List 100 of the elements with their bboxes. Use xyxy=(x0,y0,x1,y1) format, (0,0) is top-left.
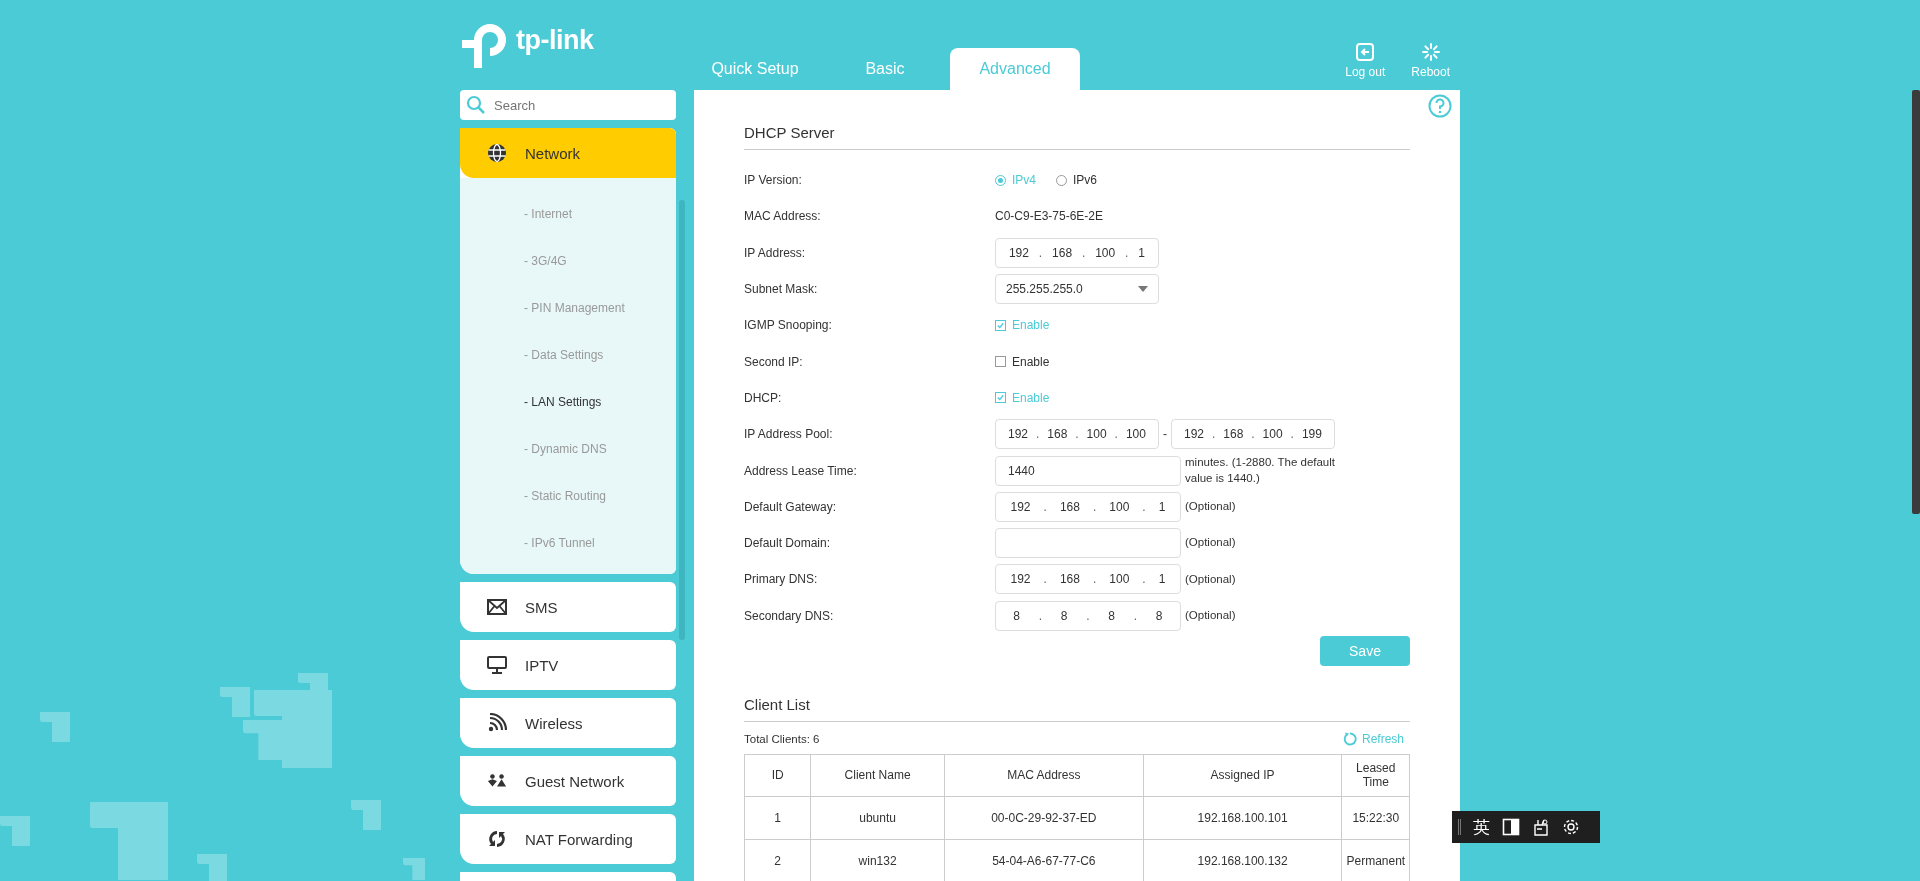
submenu-item[interactable]: - LAN Settings xyxy=(460,378,676,425)
octet-separator: . xyxy=(1043,499,1047,514)
logo-text: tp-link xyxy=(516,24,594,56)
field-label: Subnet Mask: xyxy=(744,282,819,297)
search-field[interactable]: Search xyxy=(460,90,676,120)
octet-value: 8 xyxy=(1108,608,1116,623)
globe-icon xyxy=(487,143,507,163)
field-label: Secondary DNS: xyxy=(744,608,835,623)
table-cell: ubuntu xyxy=(810,796,945,840)
octet-separator: . xyxy=(1043,572,1047,587)
octet-separator: . xyxy=(1142,572,1146,587)
signal-icon xyxy=(487,713,507,733)
menu-item[interactable]: Network xyxy=(460,128,676,178)
field-label: IP Address: xyxy=(744,245,807,260)
octet-separator: . xyxy=(1075,427,1079,442)
octet-value: 1 xyxy=(1158,499,1166,514)
ip-address-field[interactable]: 192 . 168 . 100 . 100 xyxy=(995,419,1159,450)
octet-separator: . xyxy=(1114,427,1118,442)
octet-value: 192 xyxy=(1010,572,1031,587)
table-cell: 1 xyxy=(744,796,811,840)
table-cell: 192.168.100.101 xyxy=(1143,796,1342,840)
octet-separator: . xyxy=(1036,427,1040,442)
spinner-icon xyxy=(1420,42,1441,62)
octet-separator: . xyxy=(1038,245,1043,260)
column-header: MAC Address xyxy=(944,754,1144,797)
column-header: Assigned IP xyxy=(1143,754,1342,797)
field-note: minutes. (1-2880. The default value is 1440.) xyxy=(1185,455,1337,486)
refresh-icon xyxy=(1342,731,1357,746)
octet-value: 192 xyxy=(1010,499,1031,514)
field-note: (Optional) xyxy=(1185,607,1237,623)
cycle-icon xyxy=(487,829,507,849)
subnet-dropdown[interactable]: 255.255.255.0 xyxy=(995,274,1159,305)
settings-icon[interactable] xyxy=(1562,818,1580,836)
domain-field[interactable] xyxy=(995,528,1181,559)
octet-value: 8 xyxy=(1155,608,1163,623)
field-label: Default Gateway: xyxy=(744,499,838,514)
language-button[interactable]: 英 xyxy=(1473,815,1490,839)
toolbox-icon[interactable] xyxy=(1532,818,1550,836)
ip-address-field[interactable]: 192 . 168 . 100 . 1 xyxy=(995,237,1159,268)
octet-value: 168 xyxy=(1059,499,1080,514)
octet-value: 8 xyxy=(1013,608,1021,623)
octet-separator: . xyxy=(1212,427,1216,442)
field-note: (Optional) xyxy=(1185,499,1237,515)
octet-value: 1 xyxy=(1158,572,1166,587)
ip-address-field[interactable]: 192 . 168 . 100 . 1 xyxy=(995,491,1181,522)
octet-value: 100 xyxy=(1125,427,1146,442)
octet-separator: . xyxy=(1290,427,1294,442)
octet-separator: . xyxy=(1251,427,1255,442)
octet-value: 100 xyxy=(1262,427,1283,442)
table-cell: 2 xyxy=(744,839,811,881)
caret-icon xyxy=(1138,286,1148,293)
octet-separator: . xyxy=(1086,608,1090,623)
column-header: ID xyxy=(744,754,811,797)
octet-value: 168 xyxy=(1059,572,1080,587)
search-icon xyxy=(466,95,486,115)
octet-separator: . xyxy=(1133,608,1138,623)
octet-value: 192 xyxy=(1008,427,1028,442)
field-label: Primary DNS: xyxy=(744,572,819,587)
ip-address-field[interactable]: 192 . 168 . 100 . 199 xyxy=(1171,419,1335,450)
column-header: Leased Time xyxy=(1342,754,1410,797)
octet-separator: . xyxy=(1142,499,1146,514)
ip-address-field[interactable]: 8 . 8 . 8 . 8 xyxy=(995,600,1181,631)
octet-value: 8 xyxy=(1060,608,1068,623)
field-label: Default Domain: xyxy=(744,536,832,551)
ip-address-field[interactable]: 192 . 168 . 100 . 1 xyxy=(995,564,1181,595)
field-value: C0-C9-E3-75-6E-2E xyxy=(995,209,1105,224)
radio-option[interactable]: IPv6 xyxy=(1056,173,1098,188)
field-label: DHCP: xyxy=(744,390,783,405)
enable-checkbox[interactable]: Enable xyxy=(995,354,1410,369)
octet-value: 192 xyxy=(1008,245,1029,260)
octet-value: 100 xyxy=(1109,499,1130,514)
octet-value: 168 xyxy=(1223,427,1244,442)
field-label: Address Lease Time: xyxy=(744,463,858,478)
field-label: IP Version: xyxy=(744,173,803,188)
octet-separator: . xyxy=(1092,572,1097,587)
checkmark-icon xyxy=(996,320,1005,330)
table-cell: 15:22:30 xyxy=(1342,796,1410,840)
field-note: (Optional) xyxy=(1185,571,1237,587)
table-cell: 00-0C-29-92-37-ED xyxy=(944,796,1144,840)
field-label: Second IP: xyxy=(744,354,804,369)
octet-value: 168 xyxy=(1052,245,1073,260)
octet-separator: . xyxy=(1125,245,1129,260)
octet-value: 100 xyxy=(1095,245,1116,260)
logout-icon xyxy=(1355,42,1376,62)
octet-separator: . xyxy=(1038,608,1043,623)
octet-separator: . xyxy=(1092,499,1097,514)
lease-time-field[interactable]: 1440 xyxy=(995,455,1181,486)
octet-value: 192 xyxy=(1184,427,1204,442)
half-width-icon[interactable] xyxy=(1502,818,1520,836)
field-note: (Optional) xyxy=(1185,535,1237,551)
field-label: IGMP Snooping: xyxy=(744,318,833,333)
octet-separator: . xyxy=(1081,245,1086,260)
field-label: MAC Address: xyxy=(744,209,822,224)
octet-value: 199 xyxy=(1301,427,1322,442)
monitor-icon xyxy=(487,655,507,675)
checkmark-icon xyxy=(996,393,1005,403)
octet-value: 100 xyxy=(1086,427,1107,442)
range-separator: - xyxy=(1163,427,1167,442)
section-title: DHCP Server xyxy=(744,98,1410,150)
field-label: IP Address Pool: xyxy=(744,427,834,442)
